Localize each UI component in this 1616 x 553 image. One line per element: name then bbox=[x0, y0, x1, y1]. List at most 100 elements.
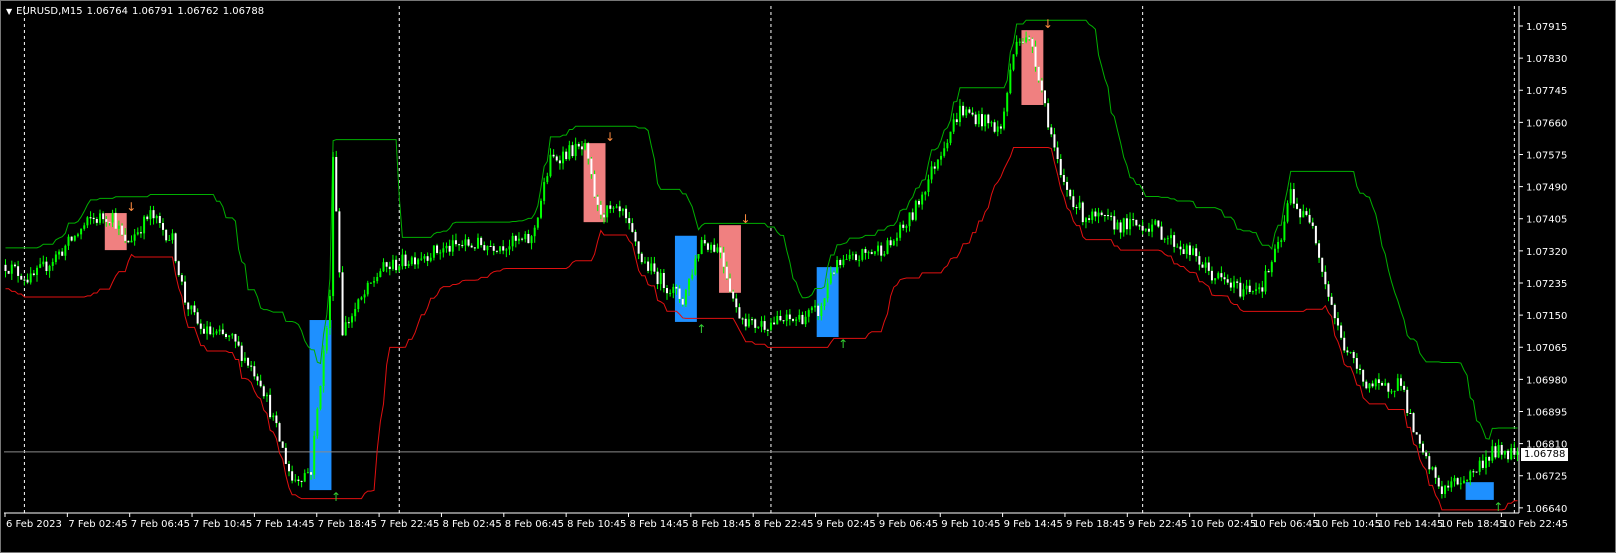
candle-body bbox=[4, 264, 7, 271]
candle-body bbox=[1481, 460, 1484, 468]
candle-body bbox=[1384, 383, 1387, 386]
candle-body bbox=[442, 248, 445, 253]
candle-body bbox=[751, 319, 754, 321]
candle-body bbox=[13, 264, 16, 267]
candle-body bbox=[1277, 241, 1280, 249]
candle-body bbox=[209, 326, 212, 335]
candle-body bbox=[1447, 485, 1450, 488]
candle-body bbox=[1009, 69, 1012, 94]
candle-body bbox=[962, 105, 965, 116]
candle-body bbox=[1015, 41, 1018, 55]
candle-body bbox=[1418, 434, 1421, 444]
candle-body bbox=[29, 273, 32, 283]
candle-body bbox=[993, 122, 996, 132]
time-tick-label: 7 Feb 18:45 bbox=[318, 519, 377, 530]
candle-body bbox=[1346, 350, 1349, 353]
candle-body bbox=[1286, 203, 1289, 222]
sell-arrow-icon: ↓ bbox=[126, 200, 136, 214]
candle-body bbox=[1314, 225, 1317, 244]
time-tick-label: 7 Feb 22:45 bbox=[380, 519, 439, 530]
candle-body bbox=[316, 408, 319, 436]
candle-body bbox=[448, 245, 451, 252]
candle-body bbox=[451, 240, 454, 252]
candle-body bbox=[338, 211, 341, 273]
candle-body bbox=[574, 143, 577, 157]
time-tick-label: 8 Feb 06:45 bbox=[505, 519, 564, 530]
candle-body bbox=[1261, 287, 1264, 292]
candle-body bbox=[108, 221, 111, 223]
candle-body bbox=[1078, 202, 1081, 208]
candle-body bbox=[439, 252, 442, 254]
candle-body bbox=[801, 314, 804, 325]
candle-body bbox=[618, 206, 621, 212]
candle-body bbox=[792, 319, 794, 321]
candle-body bbox=[851, 254, 854, 256]
candle-body bbox=[1047, 103, 1050, 128]
time-tick-label: 10 Feb 06:45 bbox=[1253, 519, 1319, 530]
candle-body bbox=[1192, 248, 1195, 255]
buy-arrow-icon: ↑ bbox=[331, 490, 341, 504]
candle-body bbox=[829, 272, 832, 284]
candle-body bbox=[1233, 281, 1235, 288]
candle-body bbox=[99, 213, 101, 223]
candle-body bbox=[1141, 225, 1144, 231]
candle-body bbox=[804, 316, 807, 325]
candle-body bbox=[996, 126, 999, 132]
candle-body bbox=[1381, 383, 1384, 386]
candle-body bbox=[297, 479, 300, 481]
candle-body bbox=[36, 267, 38, 276]
candle-body bbox=[83, 225, 86, 229]
candle-body bbox=[1273, 248, 1276, 263]
candle-body bbox=[577, 143, 580, 147]
candle-body bbox=[924, 191, 927, 195]
candle-body bbox=[738, 307, 741, 319]
sell-arrow-icon: ↓ bbox=[1043, 17, 1053, 31]
candle-body bbox=[820, 306, 823, 316]
candle-body bbox=[344, 322, 347, 336]
candle-body bbox=[143, 216, 146, 234]
candle-body bbox=[467, 239, 470, 246]
candle-body bbox=[691, 274, 694, 279]
candle-body bbox=[1340, 325, 1343, 338]
candle-body bbox=[1210, 270, 1213, 281]
candle-body bbox=[832, 272, 835, 274]
candle-body bbox=[977, 114, 980, 125]
candle-body bbox=[1066, 181, 1069, 190]
candle-body bbox=[80, 228, 83, 235]
candle-body bbox=[477, 237, 479, 249]
candle-body bbox=[1491, 446, 1494, 461]
candle-body bbox=[114, 212, 117, 229]
candle-body bbox=[23, 279, 26, 281]
candle-body bbox=[1176, 246, 1179, 248]
candle-body bbox=[240, 345, 243, 361]
candle-body bbox=[1069, 189, 1072, 197]
candle-body bbox=[193, 305, 196, 313]
candle-body bbox=[184, 281, 187, 303]
candle-body bbox=[1113, 216, 1116, 230]
candle-body bbox=[218, 329, 221, 332]
candle-body bbox=[165, 229, 168, 241]
candle-body bbox=[571, 145, 574, 157]
candle-body bbox=[540, 200, 542, 218]
candle-body bbox=[174, 233, 177, 262]
candle-body bbox=[262, 386, 265, 397]
candle-body bbox=[1302, 211, 1305, 218]
candle-body bbox=[845, 258, 848, 260]
candle-body bbox=[1399, 378, 1402, 386]
candle-body bbox=[562, 151, 565, 164]
candle-body bbox=[666, 288, 668, 294]
candle-body bbox=[1264, 271, 1267, 292]
time-tick-label: 9 Feb 06:45 bbox=[879, 519, 938, 530]
candle-body bbox=[546, 176, 549, 183]
candle-body bbox=[180, 275, 183, 282]
candle-body bbox=[470, 245, 473, 248]
dropdown-triangle-icon[interactable]: ▼ bbox=[6, 7, 12, 16]
time-tick-label: 8 Feb 10:45 bbox=[567, 519, 626, 530]
candle-body bbox=[54, 254, 57, 262]
candle-body bbox=[1374, 379, 1377, 387]
price-chart[interactable]: ↓ ↓ ↓ ↓ ↑ ↑ ↑ ↑ 1.07915 1.07830 1.07745 1.07660 1.07… bbox=[0, 0, 1616, 553]
candle-body bbox=[1453, 478, 1456, 482]
candle-body bbox=[395, 259, 398, 271]
candle-body bbox=[873, 251, 876, 254]
candle-body bbox=[250, 365, 253, 367]
